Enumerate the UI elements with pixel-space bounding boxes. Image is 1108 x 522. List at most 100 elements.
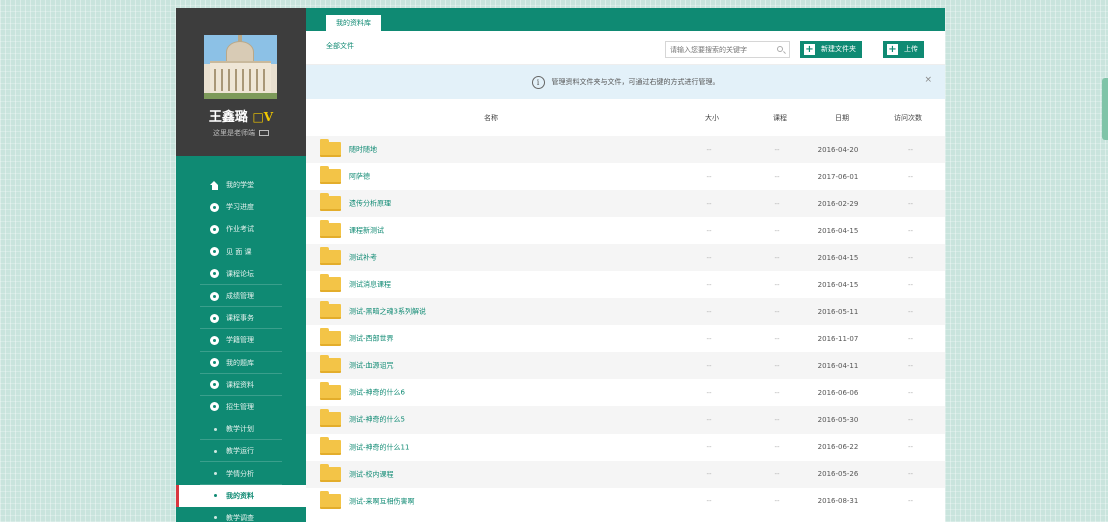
sidebar-item[interactable]: 教学计划: [176, 418, 306, 441]
sidebar-item-label: 我的学堂: [226, 181, 254, 190]
upload-button[interactable]: + 上传: [883, 41, 924, 58]
date-cell: 2016-06-06: [817, 388, 859, 397]
folder-name[interactable]: 阿萨德: [349, 173, 370, 181]
sidebar-item[interactable]: 学情分析: [176, 462, 306, 485]
table-row[interactable]: 课程新测试 -- -- 2016-04-15 --: [306, 217, 945, 244]
sidebar-item-label: 成绩管理: [226, 292, 254, 301]
col-name[interactable]: 名称: [484, 113, 498, 123]
folder-icon: [320, 490, 341, 509]
table-row[interactable]: 测试-血源诅咒 -- -- 2016-04-11 --: [306, 352, 945, 380]
visits-cell: --: [907, 280, 914, 289]
file-name-cell[interactable]: 随时随地: [306, 136, 664, 163]
sidebar-item[interactable]: 招生管理: [176, 396, 306, 418]
table-row[interactable]: 遗传分析原理 -- -- 2016-02-29 --: [306, 190, 945, 218]
sidebar-item[interactable]: 作业考试: [176, 218, 306, 240]
sidebar-item[interactable]: 我的题库: [176, 352, 306, 374]
file-name-cell[interactable]: 测试-校内课程: [306, 461, 664, 488]
size-cell: --: [706, 307, 712, 316]
sidebar-item[interactable]: 学籍管理: [176, 329, 306, 352]
tab-my-library[interactable]: 我的资料库: [326, 15, 381, 31]
date-cell: 2017-06-01: [817, 172, 859, 181]
file-name-cell[interactable]: 测试-西部世界: [306, 325, 664, 352]
folder-name[interactable]: 测试-西部世界: [349, 335, 394, 343]
sidebar-item[interactable]: 我的学堂: [176, 174, 306, 196]
folder-icon: [320, 463, 341, 482]
feedback-side-tab[interactable]: [1102, 78, 1108, 140]
sidebar-item[interactable]: 成绩管理: [176, 285, 306, 308]
folder-name[interactable]: 测试消息课程: [349, 281, 391, 289]
bullet-icon: [214, 449, 217, 453]
size-cell: --: [706, 361, 712, 370]
breadcrumb[interactable]: 全部文件: [326, 41, 354, 51]
sidebar-item[interactable]: 课程事务: [176, 307, 306, 330]
col-course[interactable]: 课程: [773, 113, 787, 123]
file-name-cell[interactable]: 测试-神奇的什么6: [306, 379, 664, 406]
notice-banner: i 管理资料文件夹与文件，可通过右键的方式进行管理。 ×: [306, 65, 945, 99]
date-cell: 2016-04-15: [817, 226, 859, 235]
sidebar-item[interactable]: 教学调查: [176, 507, 306, 522]
table-row[interactable]: 测试补考 -- -- 2016-04-15 --: [306, 244, 945, 272]
search-icon[interactable]: [777, 46, 783, 52]
sidebar-item[interactable]: 见 面 课: [176, 241, 306, 263]
file-name-cell[interactable]: 测试-来啊互相伤害啊: [306, 488, 664, 515]
col-date[interactable]: 日期: [835, 113, 849, 123]
size-cell: --: [706, 145, 712, 154]
table-row[interactable]: 测试-来啊互相伤害啊 -- -- 2016-08-31 --: [306, 488, 945, 515]
file-name-cell[interactable]: 遗传分析原理: [306, 190, 664, 217]
sidebar-item[interactable]: 我的资料: [176, 484, 306, 508]
visits-cell: --: [907, 226, 914, 235]
switch-role-icon[interactable]: [259, 130, 269, 136]
tab-bar: 我的资料库: [306, 8, 945, 31]
user-icon: [210, 335, 219, 345]
table-row[interactable]: 测试-西部世界 -- -- 2016-11-07 --: [306, 325, 945, 352]
file-name-cell[interactable]: 测试-神奇的什么11: [306, 434, 664, 461]
file-name-cell[interactable]: 测试-神奇的什么5: [306, 406, 664, 433]
user-name: 王鑫璐 □V: [208, 110, 274, 125]
file-name-cell[interactable]: 测试-黑暗之魂3系列解说: [306, 298, 664, 325]
folder-name[interactable]: 课程新测试: [349, 227, 384, 235]
col-visits[interactable]: 访问次数: [894, 113, 922, 123]
folder-name[interactable]: 测试-神奇的什么6: [349, 389, 405, 397]
folder-name[interactable]: 测试-校内课程: [349, 470, 394, 478]
folder-name[interactable]: 测试-神奇的什么5: [349, 416, 405, 424]
folder-name[interactable]: 随时随地: [349, 146, 377, 154]
folder-name[interactable]: 测试-神奇的什么11: [349, 443, 409, 451]
folder-name[interactable]: 测试-血源诅咒: [349, 362, 394, 370]
sidebar-item[interactable]: 课程资料: [176, 374, 306, 397]
file-name-cell[interactable]: 测试-血源诅咒: [306, 352, 664, 379]
file-name-cell[interactable]: 阿萨德: [306, 163, 664, 190]
file-name-cell[interactable]: 测试补考: [306, 244, 664, 271]
visits-cell: --: [907, 470, 914, 479]
folder-name[interactable]: 测试补考: [349, 254, 377, 262]
new-folder-button[interactable]: + 新建文件夹: [800, 41, 862, 58]
table-row[interactable]: 测试-神奇的什么11 -- -- 2016-06-22 --: [306, 434, 945, 461]
avatar[interactable]: [204, 35, 277, 99]
progress-icon: [210, 202, 219, 212]
table-row[interactable]: 阿萨德 -- -- 2017-06-01 --: [306, 163, 945, 190]
sidebar-item-label: 学籍管理: [226, 336, 254, 345]
size-cell: --: [706, 443, 712, 452]
file-name-cell[interactable]: 测试消息课程: [306, 271, 664, 298]
close-icon[interactable]: ×: [924, 75, 932, 85]
visits-cell: --: [907, 334, 914, 343]
file-name-cell[interactable]: 课程新测试: [306, 217, 664, 244]
table-row[interactable]: 测试-黑暗之魂3系列解说 -- -- 2016-05-11 --: [306, 298, 945, 326]
folder-name[interactable]: 遗传分析原理: [349, 200, 391, 208]
search-input[interactable]: [666, 42, 772, 57]
date-cell: 2016-04-20: [817, 145, 859, 154]
table-row[interactable]: 随时随地 -- -- 2016-04-20 --: [306, 136, 945, 164]
table-row[interactable]: 测试-校内课程 -- -- 2016-05-26 --: [306, 460, 945, 488]
sidebar-item-label: 见 面 课: [226, 247, 252, 256]
folder-name[interactable]: 测试-来啊互相伤害啊: [349, 497, 415, 505]
table-row[interactable]: 测试消息课程 -- -- 2016-04-15 --: [306, 271, 945, 298]
table-row[interactable]: 测试-神奇的什么6 -- -- 2016-06-06 --: [306, 379, 945, 406]
folder-name[interactable]: 测试-黑暗之魂3系列解说: [349, 308, 426, 316]
sidebar-item[interactable]: 教学运行: [176, 440, 306, 463]
course-cell: --: [774, 334, 780, 343]
sidebar-item[interactable]: 学习进度: [176, 196, 306, 218]
date-cell: 2016-06-22: [817, 443, 859, 452]
table-row[interactable]: 测试-神奇的什么5 -- -- 2016-05-30 --: [306, 406, 945, 434]
sidebar-item[interactable]: 课程论坛: [176, 263, 306, 286]
folder-icon: [320, 166, 341, 185]
col-size[interactable]: 大小: [705, 113, 719, 123]
